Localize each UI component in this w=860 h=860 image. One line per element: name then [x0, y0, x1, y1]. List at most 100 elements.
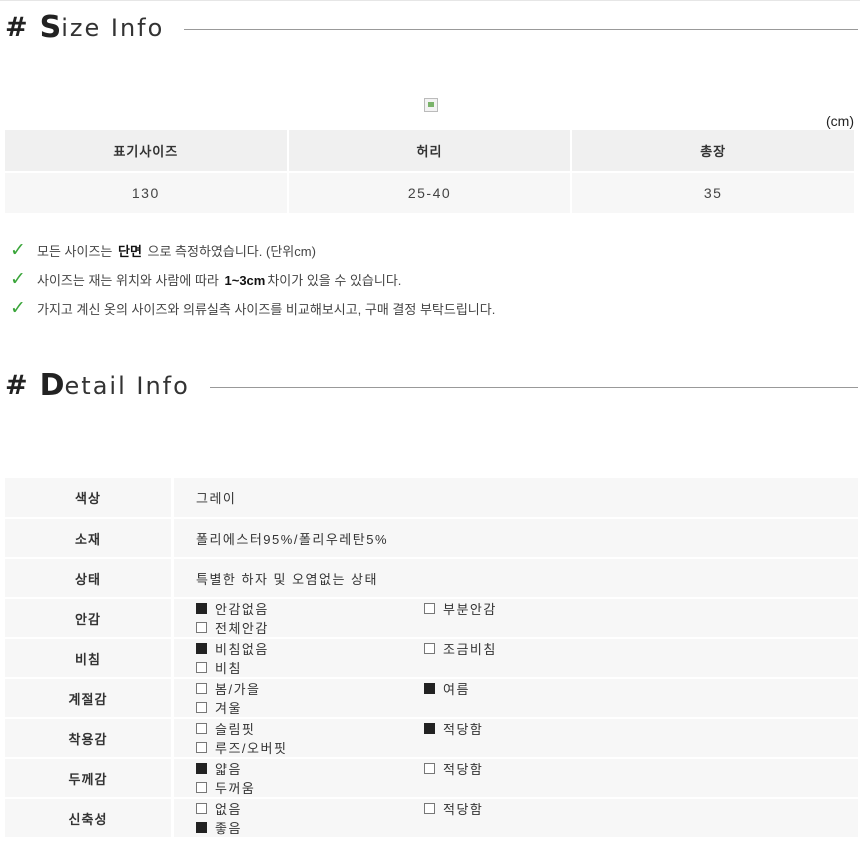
note-item: ✓ 가지고 계신 옷의 사이즈와 의류실측 사이즈를 비교해보시고, 구매 결정…	[10, 294, 495, 323]
option-label: 봄/가을	[215, 682, 261, 697]
note-text: 사이즈는 재는 위치와 사람에 따라 1~3cm 차이가 있을 수 있습니다.	[37, 273, 402, 288]
size-header-cell: 표기사이즈	[5, 130, 287, 171]
detail-option: 두꺼움	[196, 778, 424, 797]
detail-value: 없음 적당함좋음	[172, 798, 858, 839]
empty-checkbox-icon	[196, 803, 207, 814]
detail-label: 상태	[5, 558, 174, 599]
size-header-cell: 허리	[288, 130, 571, 171]
unit-label: (cm)	[826, 113, 854, 129]
detail-option: 안감없음	[196, 599, 424, 618]
option-label: 적당함	[443, 802, 484, 817]
detail-option: 전체안감	[196, 618, 424, 637]
detail-value: 폴리에스터95%/폴리우레탄5%	[172, 518, 858, 559]
detail-value: 슬림핏 적당함루즈/오버핏	[172, 718, 858, 759]
option-label: 두꺼움	[215, 781, 256, 796]
detail-value: 안감없음 부분안감전체안감	[172, 598, 858, 639]
empty-checkbox-icon	[424, 603, 435, 614]
empty-checkbox-icon	[196, 723, 207, 734]
detail-option: 얇음	[196, 759, 424, 778]
size-header-row: 표기사이즈 허리 총장	[5, 130, 854, 171]
note-text: 가지고 계신 옷의 사이즈와 의류실측 사이즈를 비교해보시고, 구매 결정 부…	[37, 302, 496, 317]
size-info-heading: # S ize Info	[5, 10, 858, 45]
detail-option: 슬림핏	[196, 719, 424, 738]
detail-row: 안감 안감없음 부분안감전체안감	[5, 598, 858, 639]
detail-label: 소재	[5, 518, 174, 559]
empty-checkbox-icon	[196, 622, 207, 633]
detail-row: 계절감 봄/가을 여름겨울	[5, 678, 858, 719]
filled-checkbox-icon	[424, 723, 435, 734]
detail-row: 착용감 슬림핏 적당함루즈/오버핏	[5, 718, 858, 759]
option-label: 얇음	[215, 762, 242, 777]
detail-row: 신축성 없음 적당함좋음	[5, 798, 858, 839]
filled-checkbox-icon	[196, 763, 207, 774]
empty-checkbox-icon	[196, 662, 207, 673]
detail-info-heading: # D etail Info	[5, 368, 858, 403]
detail-row: 소재 폴리에스터95%/폴리우레탄5%	[5, 518, 858, 559]
empty-checkbox-icon	[424, 763, 435, 774]
title-initial: D	[39, 368, 65, 403]
detail-value: 봄/가을 여름겨울	[172, 678, 858, 719]
title-rest: etail Info	[64, 371, 190, 400]
heading-rule	[209, 387, 858, 388]
empty-checkbox-icon	[424, 643, 435, 654]
checkmark-icon: ✓	[10, 240, 26, 261]
hash-mark: #	[5, 370, 28, 401]
detail-label: 착용감	[5, 718, 174, 759]
filled-checkbox-icon	[196, 603, 207, 614]
option-label: 슬림핏	[215, 722, 256, 737]
detail-value: 특별한 하자 및 오염없는 상태	[172, 558, 858, 599]
detail-option: 없음	[196, 799, 424, 818]
detail-label: 안감	[5, 598, 174, 639]
filled-checkbox-icon	[196, 822, 207, 833]
option-label: 없음	[215, 802, 242, 817]
detail-table: 색상 그레이 소재 폴리에스터95%/폴리우레탄5% 상태 특별한 하자 및 오염없는 상…	[5, 478, 858, 839]
size-value-cell: 35	[572, 171, 854, 213]
detail-option: 좋음	[196, 818, 424, 837]
option-label: 비침	[215, 661, 242, 676]
detail-option: 조금비침	[424, 639, 652, 658]
size-notes: ✓ 모든 사이즈는 단면 으로 측정하였습니다. (단위cm) ✓ 사이즈는 재…	[10, 236, 495, 323]
detail-option: 부분안감	[424, 599, 652, 618]
option-label: 루즈/오버핏	[215, 741, 288, 756]
detail-label: 신축성	[5, 798, 174, 839]
detail-row: 상태 특별한 하자 및 오염없는 상태	[5, 558, 858, 599]
detail-option: 여름	[424, 679, 652, 698]
detail-option: 비침없음	[196, 639, 424, 658]
size-table: 표기사이즈 허리 총장 130 25-40 35	[3, 130, 856, 213]
option-label: 좋음	[215, 821, 242, 836]
checkmark-icon: ✓	[10, 269, 26, 290]
detail-row: 두께감 얇음 적당함두꺼움	[5, 758, 858, 799]
option-label: 전체안감	[215, 621, 269, 636]
option-label: 조금비침	[443, 642, 497, 657]
detail-row: 비침 비침없음 조금비침비침	[5, 638, 858, 679]
option-label: 비침없음	[215, 642, 269, 657]
size-value-cell: 130	[5, 171, 287, 213]
detail-row: 색상 그레이	[5, 478, 858, 519]
option-label: 부분안감	[443, 602, 497, 617]
top-border	[0, 0, 860, 3]
detail-option: 적당함	[424, 799, 652, 818]
size-value-cell: 25-40	[288, 171, 571, 213]
detail-value: 비침없음 조금비침비침	[172, 638, 858, 679]
option-label: 여름	[443, 682, 470, 697]
note-item: ✓ 모든 사이즈는 단면 으로 측정하였습니다. (단위cm)	[10, 236, 495, 265]
size-value-row: 130 25-40 35	[5, 171, 854, 213]
empty-checkbox-icon	[196, 782, 207, 793]
checkmark-icon: ✓	[10, 298, 26, 319]
note-item: ✓ 사이즈는 재는 위치와 사람에 따라 1~3cm 차이가 있을 수 있습니다.	[10, 265, 495, 294]
detail-label: 계절감	[5, 678, 174, 719]
detail-option: 봄/가을	[196, 679, 424, 698]
option-label: 적당함	[443, 722, 484, 737]
option-label: 겨울	[215, 701, 242, 716]
filled-checkbox-icon	[196, 643, 207, 654]
empty-checkbox-icon	[196, 702, 207, 713]
detail-label: 두께감	[5, 758, 174, 799]
empty-checkbox-icon	[196, 742, 207, 753]
hash-mark: #	[5, 12, 28, 43]
detail-option: 루즈/오버핏	[196, 738, 424, 757]
option-label: 적당함	[443, 762, 484, 777]
empty-checkbox-icon	[196, 683, 207, 694]
detail-option: 겨울	[196, 698, 424, 717]
detail-option: 비침	[196, 658, 424, 677]
title-rest: ize Info	[61, 13, 165, 42]
